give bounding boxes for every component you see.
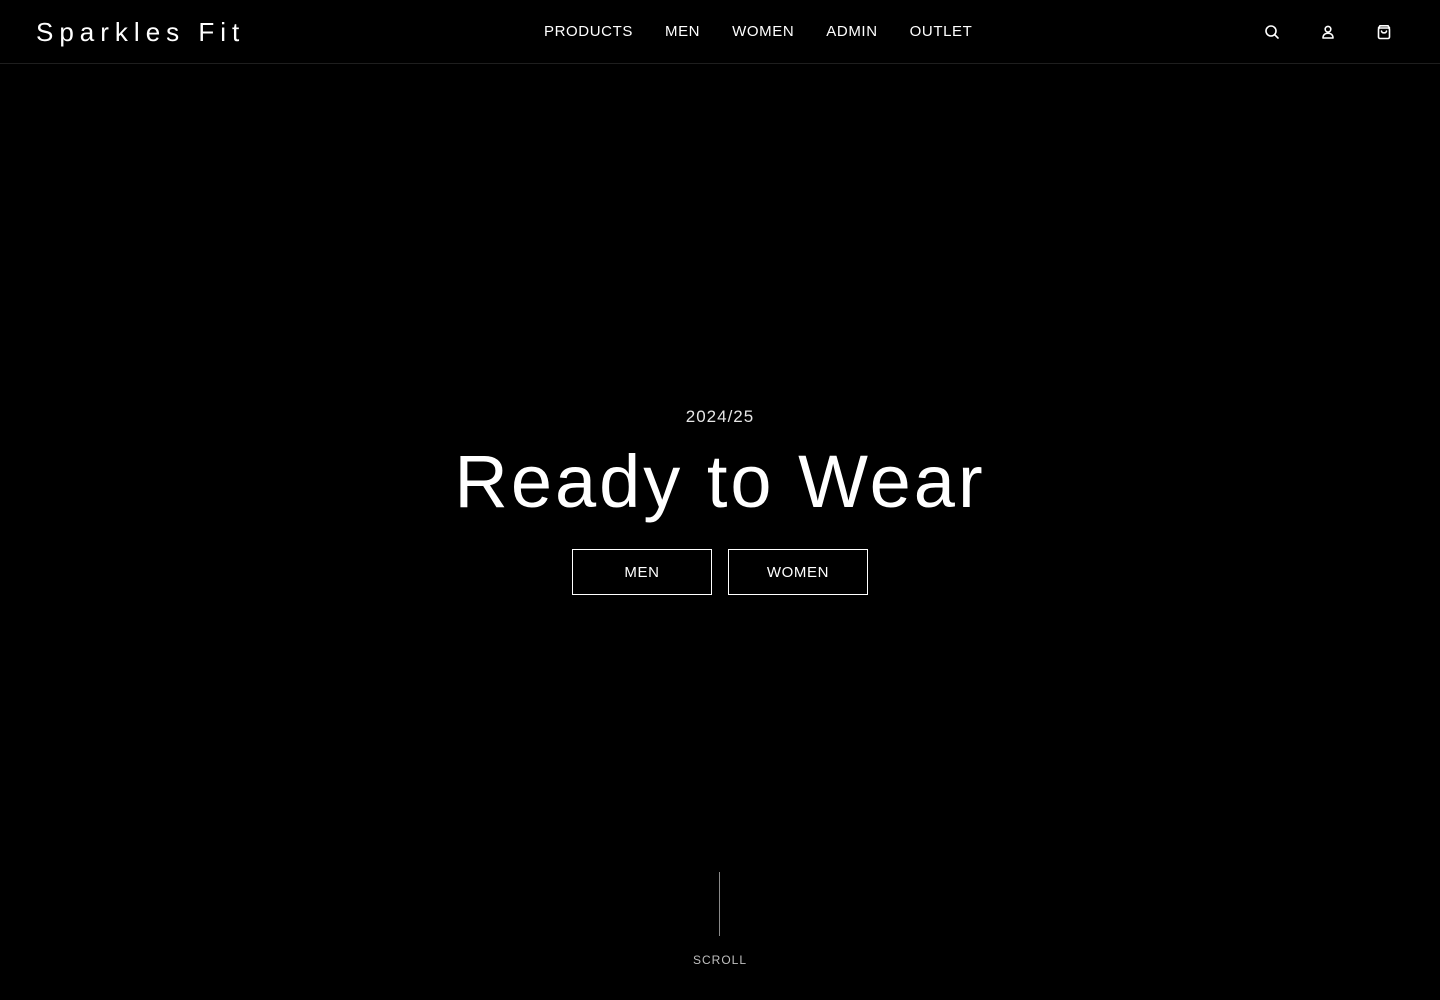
hero-section: 2024/25 Ready to Wear MEN WOMEN SCROLL [0, 64, 1440, 1000]
top-navigation-bar: Sparkles Fit PRODUCTS MEN WOMEN ADMIN OU… [0, 0, 1440, 64]
search-button[interactable] [1262, 22, 1282, 42]
shopping-bag-icon [1377, 24, 1391, 40]
nav-item-women[interactable]: WOMEN [732, 22, 794, 42]
nav-item-products[interactable]: PRODUCTS [544, 22, 633, 42]
scroll-indicator-line [719, 872, 720, 936]
main-nav: PRODUCTS MEN WOMEN ADMIN OUTLET [544, 22, 972, 42]
hero-cta-group: MEN WOMEN [572, 549, 868, 595]
brand-logo[interactable]: Sparkles Fit [36, 16, 245, 48]
header-actions [1262, 22, 1394, 42]
shop-men-button[interactable]: MEN [572, 549, 712, 595]
cart-button[interactable] [1374, 22, 1394, 42]
search-icon [1265, 25, 1279, 39]
hero-title: Ready to Wear [454, 440, 986, 523]
shop-women-button[interactable]: WOMEN [728, 549, 868, 595]
account-button[interactable] [1318, 22, 1338, 42]
nav-item-men[interactable]: MEN [665, 22, 700, 42]
nav-item-admin[interactable]: ADMIN [826, 22, 877, 42]
user-icon [1322, 25, 1334, 39]
scroll-indicator-label[interactable]: SCROLL [0, 952, 1440, 968]
page: Sparkles Fit PRODUCTS MEN WOMEN ADMIN OU… [0, 0, 1440, 1000]
nav-item-outlet[interactable]: OUTLET [910, 22, 973, 42]
season-label: 2024/25 [685, 407, 755, 426]
